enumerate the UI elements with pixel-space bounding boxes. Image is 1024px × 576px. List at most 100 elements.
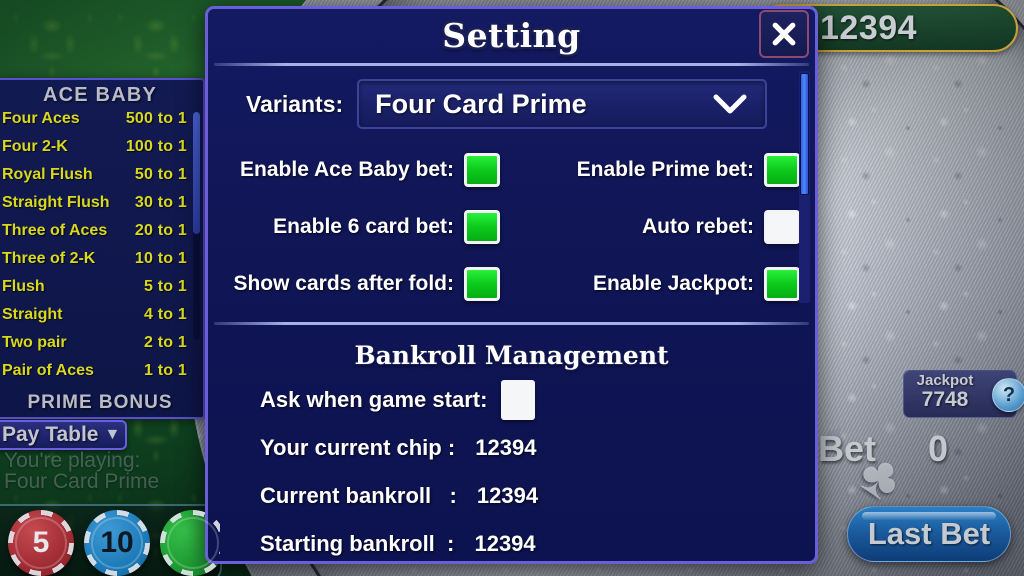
options-grid: Enable Ace Baby bet: Enable Prime bet: Ena… [208,129,815,312]
option-checkbox[interactable] [464,209,500,244]
pay-table-payout: 50 to 1 [134,166,187,183]
bet-chip[interactable]: 5 [8,510,74,576]
pay-table-payout: 2 to 1 [144,334,187,351]
bankroll-row-label: Starting bankroll : [260,531,461,556]
chip-counter-amount: 12394 [820,8,918,47]
option-row: Enable 6 card bet: [208,198,508,255]
option-checkbox[interactable] [464,266,500,301]
dialog-scrollbar-track[interactable] [799,71,810,303]
jackpot-widget[interactable]: Jackpot 7748 ? [903,370,1024,418]
bankroll-rows: Your current chip : 12394 Current bankrol… [208,424,815,561]
close-icon[interactable] [759,10,809,58]
pay-table-row: Royal Flush 50 to 1 [0,166,203,194]
option-label: Enable Ace Baby bet: [240,157,454,181]
last-bet-button[interactable]: Last Bet [847,506,1011,562]
pay-table-payout: 500 to 1 [125,110,187,127]
pay-table-row: Pair of Aces 1 to 1 [0,362,203,390]
pay-table-panel: ACE BABY Four Aces 500 to 1 Four 2-K 100 to… [0,78,205,419]
bankroll-row-value: 12394 [475,435,537,460]
option-label: Show cards after fold: [233,271,454,295]
pay-table-row: Two pair 2 to 1 [0,334,203,362]
option-checkbox[interactable] [464,152,500,187]
chevron-down-icon [713,93,747,115]
option-label: Enable Jackpot: [592,271,754,295]
jackpot-label: Jackpot [916,372,974,389]
bankroll-row-value: 12394 [476,483,539,508]
pay-table-payout: 1 to 1 [144,362,187,379]
option-row: Auto rebet: [508,198,808,255]
pay-table-button-label: Pay Table [2,423,99,446]
pay-table-hand: Straight Flush [2,194,110,211]
bankroll-row-label: Current bankroll : [260,483,463,508]
bankroll-row-label: Your current chip : [260,435,462,460]
variants-selected-value: Four Card Prime [375,88,587,119]
question-mark-icon[interactable]: ? [992,378,1024,412]
bankroll-row: Current bankroll : 12394 [208,472,815,520]
bankroll-row: Your current chip : 12394 [208,424,815,472]
pay-table-hand: Royal Flush [2,166,93,183]
option-label: Auto rebet: [642,214,754,238]
option-label: Enable Prime bet: [576,157,754,181]
pay-table-title: ACE BABY [42,84,158,106]
chevron-down-icon: ▼ [104,426,121,443]
option-checkbox[interactable] [764,152,800,187]
dialog-titlebar: Setting [208,9,815,63]
ask-when-game-start-label: Ask when game start: [260,387,488,412]
variants-row: Variants: Four Card Prime [208,66,815,129]
pay-table-payout: 30 to 1 [134,194,187,211]
variants-dropdown[interactable]: Four Card Prime [357,79,768,129]
option-label: Enable 6 card bet: [273,214,454,238]
bankroll-row: Starting bankroll : 12394 [208,520,815,561]
pay-table-scrollbar-thumb[interactable] [193,112,200,234]
bet-chip[interactable] [160,510,220,576]
prime-bonus-title: PRIME BONUS [27,392,173,413]
chip-value: 10 [100,526,134,559]
bet-label: Bet [818,428,877,469]
pay-table-payout: 5 to 1 [144,278,187,295]
pay-table-row: Three of 2-K 10 to 1 [0,250,203,278]
bet-value: 0 [928,428,949,469]
chip-value: 5 [32,526,50,559]
chip-tray: 5 10 [0,504,222,576]
pay-table-scrollbar-track[interactable] [193,112,200,340]
last-bet-button-label: Last Bet [867,516,991,551]
option-row: Show cards after fold: [208,255,508,312]
pay-table-row: Flush 5 to 1 [0,278,203,306]
pay-table-hand: Flush [2,278,45,295]
pay-table-hand: Pair of Aces [2,362,94,379]
pay-table-button[interactable]: Pay Table ▼ [0,420,127,450]
pay-table-row: Straight Flush 30 to 1 [0,194,203,222]
option-row: Enable Jackpot: [508,255,808,312]
pay-table-row: Four Aces 500 to 1 [0,110,203,138]
option-checkbox[interactable] [764,266,800,301]
game-screen: ♠ ♣ 12394 ACE BABY Four Aces500 to 1Four… [0,0,1024,576]
dialog-title: Setting [442,16,581,55]
pay-table-hand: Four 2-K [2,138,68,155]
setting-dialog: Setting Variants: Four Card Prime Enable… [205,6,818,564]
ask-when-game-start-row: Ask when game start: [208,376,815,424]
pay-table-row: Four 2-K 100 to 1 [0,138,203,166]
jackpot-value: 7748 [921,388,969,411]
pay-table-payout: 20 to 1 [134,222,187,239]
pay-table-payout: 100 to 1 [125,138,187,155]
bankroll-heading: Bankroll Management [354,341,669,370]
variants-label: Variants: [246,90,344,117]
pay-table-hand: Three of Aces [2,222,108,239]
pay-table-row: Three of Aces 20 to 1 [0,222,203,250]
pay-table-row: Straight 4 to 1 [0,306,203,334]
bet-readout: Bet 0 [818,428,948,470]
chip-edge-dashes [160,510,220,576]
option-row: Enable Ace Baby bet: [208,141,508,198]
pay-table-hand: Four Aces [2,110,80,127]
option-row: Enable Prime bet: [508,141,808,198]
bankroll-row-value: 12394 [474,531,536,556]
pay-table-payout: 4 to 1 [144,306,187,323]
now-playing-note: You're playing: Four Card Prime [4,449,160,494]
pay-table-rows: Four Aces 500 to 1 Four 2-K 100 to 1 Royal F… [0,110,203,390]
pay-table-hand: Two pair [2,334,67,351]
option-checkbox[interactable] [764,209,800,244]
ask-when-game-start-checkbox[interactable] [501,380,536,420]
pay-table-payout: 10 to 1 [134,250,187,267]
bet-chip[interactable]: 10 [84,510,150,576]
dialog-scrollbar-thumb[interactable] [800,73,809,195]
